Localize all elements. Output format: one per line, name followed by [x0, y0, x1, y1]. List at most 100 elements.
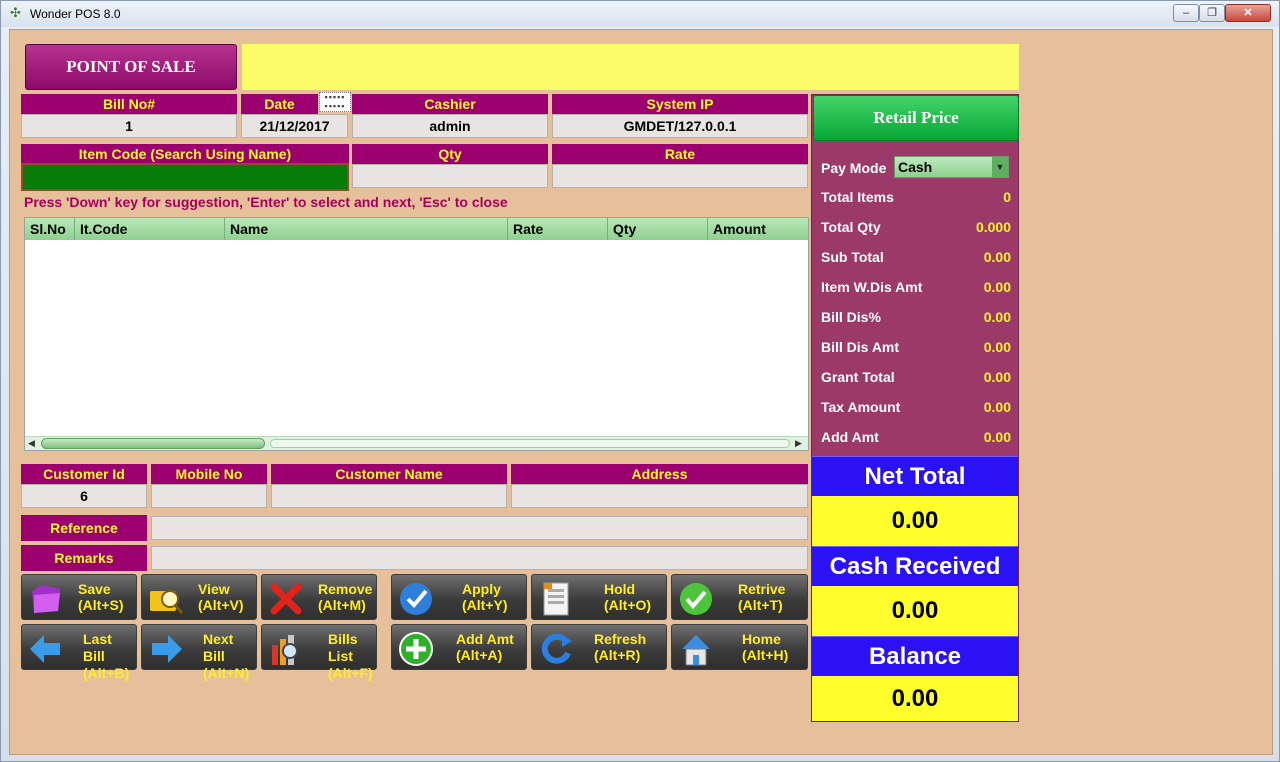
remove-button[interactable]: Remove (Alt+M): [261, 574, 377, 620]
net-total-label: Net Total: [812, 456, 1018, 496]
next-bill-button[interactable]: Next Bill (Alt+N): [141, 624, 257, 681]
apply-button[interactable]: Apply (Alt+Y): [391, 574, 527, 620]
qty-label: Qty: [352, 144, 548, 164]
retrive-button[interactable]: Retrive (Alt+T): [671, 574, 808, 620]
cashier-label: Cashier: [352, 94, 548, 114]
red-x-icon: [270, 583, 302, 615]
folder-search-icon: [150, 590, 184, 614]
last-bill-label-2: Bill: [83, 648, 105, 664]
reference-field[interactable]: [151, 516, 808, 540]
summary-label: Item W.Dis Amt: [821, 279, 923, 295]
summary-row: Grant Total 0.00: [821, 369, 1011, 389]
cash-received-value[interactable]: 0.00: [812, 586, 1018, 636]
hold-shortcut: (Alt+O): [604, 597, 652, 613]
maximize-button[interactable]: ❐: [1199, 4, 1225, 22]
title-bar[interactable]: ✣ Wonder POS 8.0 – ❐ ✕: [1, 1, 1279, 27]
summary-value: 0.00: [983, 369, 1011, 385]
cash-received-label: Cash Received: [812, 546, 1018, 586]
add-amt-button[interactable]: Add Amt (Alt+A): [391, 624, 527, 670]
summary-row: Bill Dis% 0.00: [821, 309, 1011, 329]
col-slno[interactable]: Sl.No: [25, 218, 75, 240]
items-grid[interactable]: Sl.No It.Code Name Rate Qty Amount ◀ ▶: [24, 217, 809, 451]
date-field[interactable]: 21/12/2017: [241, 114, 348, 138]
refresh-icon: [541, 633, 572, 664]
scrollbar-thumb[interactable]: [41, 438, 265, 449]
point-of-sale-button[interactable]: POINT OF SALE: [25, 44, 237, 90]
add-amt-label: Add Amt: [456, 631, 514, 647]
scrollbar-track[interactable]: [270, 439, 790, 448]
rate-input[interactable]: [552, 164, 808, 188]
refresh-label: Refresh: [594, 631, 647, 647]
col-rate[interactable]: Rate: [508, 218, 608, 240]
address-label: Address: [511, 464, 808, 484]
calendar-icon[interactable]: ▪▪▪▪▪ ▪▪▪▪▪: [319, 92, 351, 112]
close-button[interactable]: ✕: [1225, 4, 1271, 22]
next-bill-label-2: Bill: [203, 648, 225, 664]
summary-label: Sub Total: [821, 249, 884, 265]
summary-label: Tax Amount: [821, 399, 901, 415]
bill-no-label: Bill No#: [21, 94, 237, 114]
view-shortcut: (Alt+V): [198, 597, 244, 613]
col-amount[interactable]: Amount: [708, 218, 808, 240]
bills-list-shortcut: (Alt+F): [328, 665, 373, 681]
last-bill-label-1: Last: [83, 631, 112, 647]
save-shortcut: (Alt+S): [78, 597, 124, 613]
next-bill-label-1: Next: [203, 631, 234, 647]
cashier-field[interactable]: admin: [352, 114, 548, 138]
summary-value: 0.00: [983, 429, 1011, 445]
address-field[interactable]: [511, 484, 808, 508]
window-title: Wonder POS 8.0: [30, 7, 121, 21]
customer-name-label: Customer Name: [271, 464, 507, 484]
save-label: Save: [78, 581, 111, 597]
summary-row: Total Qty 0.000: [821, 219, 1011, 239]
summary-value: 0.00: [983, 279, 1011, 295]
mobile-no-field[interactable]: [151, 484, 267, 508]
summary-value: 0.00: [983, 309, 1011, 325]
view-button[interactable]: View (Alt+V): [141, 574, 257, 620]
pay-mode-value: Cash: [898, 159, 933, 175]
arrow-left-icon: [30, 635, 60, 663]
customer-id-field[interactable]: 6: [21, 484, 147, 508]
horizontal-scrollbar[interactable]: ◀ ▶: [25, 436, 808, 450]
qty-input[interactable]: [352, 164, 548, 188]
remove-shortcut: (Alt+M): [318, 597, 366, 613]
summary-value: 0.00: [983, 399, 1011, 415]
retail-price-button[interactable]: Retail Price: [813, 95, 1019, 141]
customer-id-label: Customer Id: [21, 464, 147, 484]
grid-header: Sl.No It.Code Name Rate Qty Amount: [25, 218, 808, 240]
col-itcode[interactable]: It.Code: [75, 218, 225, 240]
chevron-down-icon[interactable]: ▼: [992, 157, 1008, 177]
col-qty[interactable]: Qty: [608, 218, 708, 240]
col-name[interactable]: Name: [225, 218, 508, 240]
last-bill-shortcut: (Alt+B): [83, 665, 130, 681]
refresh-shortcut: (Alt+R): [594, 647, 641, 663]
last-bill-button[interactable]: Last Bill (Alt+B): [21, 624, 137, 681]
scroll-left-icon[interactable]: ◀: [28, 438, 35, 449]
customer-name-field[interactable]: [271, 484, 507, 508]
bill-no-field[interactable]: 1: [21, 114, 237, 138]
hold-button[interactable]: Hold (Alt+O): [531, 574, 667, 620]
save-button[interactable]: Save (Alt+S): [21, 574, 137, 620]
apply-label: Apply: [462, 581, 501, 597]
home-button[interactable]: Home (Alt+H): [671, 624, 808, 670]
summary-value: 0: [1003, 189, 1011, 205]
home-icon: [682, 635, 710, 666]
system-ip-field[interactable]: GMDET/127.0.0.1: [552, 114, 808, 138]
green-check-icon: [680, 583, 712, 615]
refresh-button[interactable]: Refresh (Alt+R): [531, 624, 667, 670]
hold-label: Hold: [604, 581, 636, 597]
reference-label: Reference: [21, 515, 147, 541]
minimize-button[interactable]: –: [1173, 4, 1199, 22]
item-code-input[interactable]: [21, 163, 349, 191]
folder-save-icon: [32, 585, 60, 613]
bills-list-label-2: List: [328, 648, 353, 664]
remarks-field[interactable]: [151, 546, 808, 570]
pay-mode-select[interactable]: Cash ▼: [894, 156, 1009, 178]
scroll-right-icon[interactable]: ▶: [795, 438, 802, 449]
bills-list-button[interactable]: Bills List (Alt+F): [261, 624, 377, 681]
app-logo-icon: ✣: [10, 5, 21, 20]
bills-list-label-1: Bills: [328, 631, 358, 647]
apply-shortcut: (Alt+Y): [462, 597, 508, 613]
net-total-value: 0.00: [812, 496, 1018, 546]
app-window: ✣ Wonder POS 8.0 – ❐ ✕ POINT OF SALE Bil…: [0, 0, 1280, 762]
